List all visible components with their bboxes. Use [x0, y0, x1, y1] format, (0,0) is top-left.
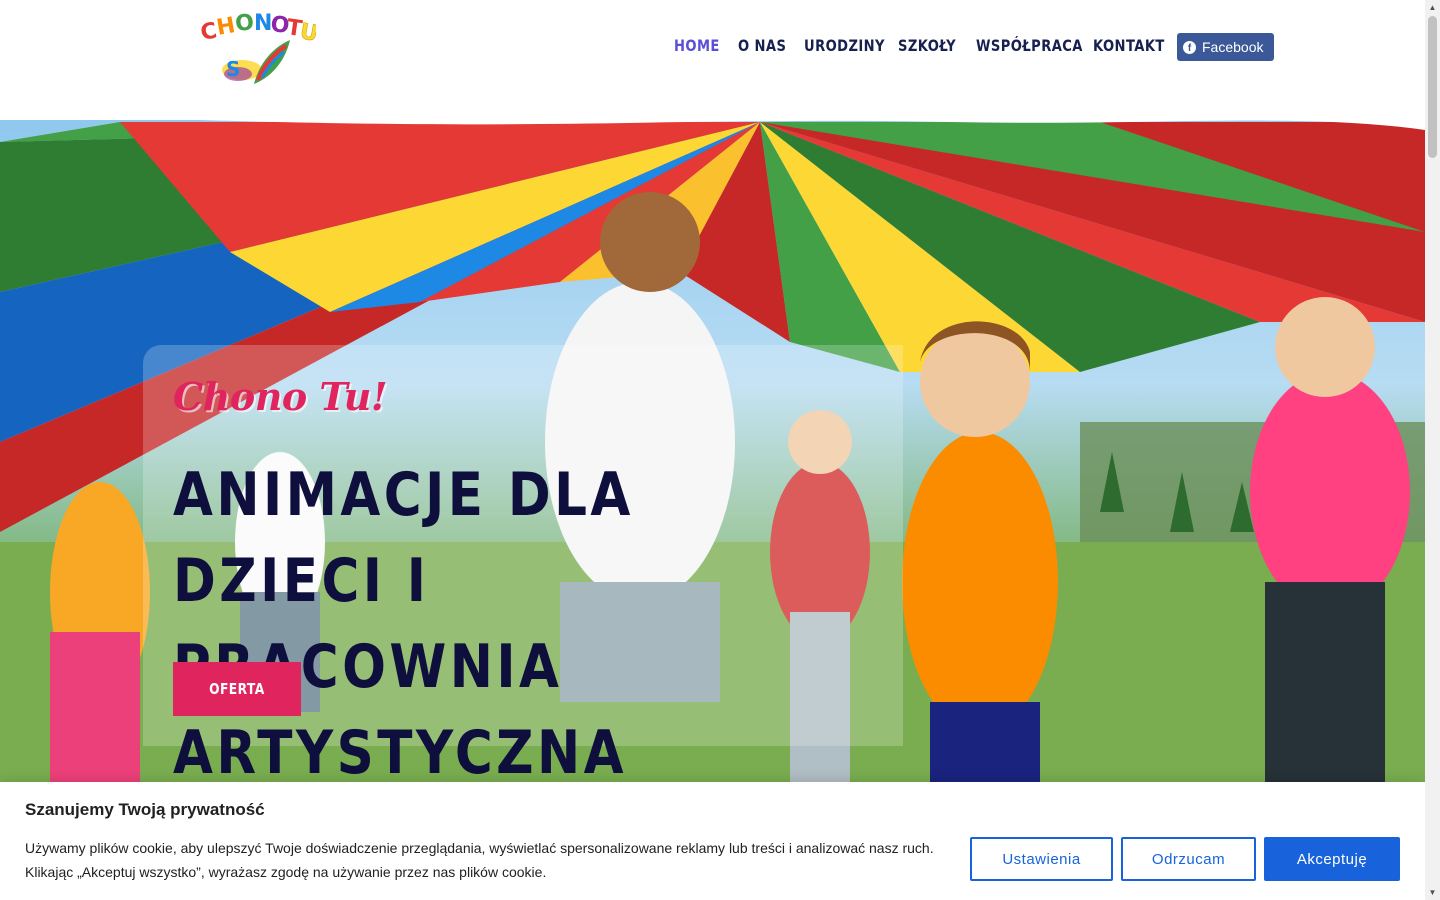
hero-title: ANIMACJE DLA DZIECI I PRACOWNIA ARTYSTYC…: [173, 452, 792, 792]
hero-section: Chono Tu! ANIMACJE DLA DZIECI I PRACOWNI…: [0, 112, 1425, 792]
nav-item-urodziny[interactable]: URODZINY: [804, 36, 885, 55]
site-header: C H O N O T U S HOME O NAS URODZINY SZKO…: [0, 0, 1425, 120]
main-nav: HOME O NAS URODZINY SZKOŁY WSPÓŁPRACA KO…: [674, 36, 1164, 55]
svg-text:U: U: [298, 19, 316, 47]
svg-text:O: O: [234, 10, 255, 37]
hero-title-line-1: ANIMACJE DLA DZIECI I: [173, 460, 634, 616]
nav-item-o-nas[interactable]: O NAS: [738, 36, 792, 55]
cookie-settings-button[interactable]: Ustawienia: [970, 837, 1113, 881]
nav-item-kontakt[interactable]: KONTAKT: [1093, 36, 1164, 55]
cookie-reject-button[interactable]: Odrzucam: [1121, 837, 1256, 881]
facebook-label: Facebook: [1202, 39, 1264, 55]
scrollbar-thumb[interactable]: [1428, 16, 1437, 158]
scroll-down-arrow-icon[interactable]: ▼: [1425, 885, 1440, 900]
nav-item-szkoly[interactable]: SZKOŁY: [898, 36, 962, 55]
cookie-consent-banner: Szanujemy Twoją prywatność Używamy plikó…: [0, 782, 1425, 900]
page-scrollbar[interactable]: ▲ ▼: [1425, 0, 1440, 900]
scroll-up-arrow-icon[interactable]: ▲: [1425, 0, 1440, 15]
cookie-description: Używamy plików cookie, aby ulepszyć Twoj…: [25, 840, 934, 880]
nav-item-home[interactable]: HOME: [674, 36, 726, 55]
logo-graphic: C H O N O T U S: [199, 10, 320, 84]
nav-item-wspolpraca[interactable]: WSPÓŁPRACA: [976, 36, 1082, 55]
facebook-icon: f: [1183, 40, 1196, 54]
cookie-accept-button[interactable]: Akceptuję: [1264, 837, 1400, 881]
hero-tagline: Chono Tu!: [173, 374, 388, 419]
offer-button[interactable]: OFERTA: [173, 662, 301, 716]
logo[interactable]: C H O N O T U S: [198, 10, 320, 88]
page: C H O N O T U S HOME O NAS URODZINY SZKO…: [0, 0, 1440, 900]
facebook-button[interactable]: f Facebook: [1177, 33, 1274, 61]
offer-button-label: OFERTA: [209, 680, 265, 698]
svg-text:S: S: [226, 57, 240, 81]
cookie-title: Szanujemy Twoją prywatność: [25, 800, 265, 819]
